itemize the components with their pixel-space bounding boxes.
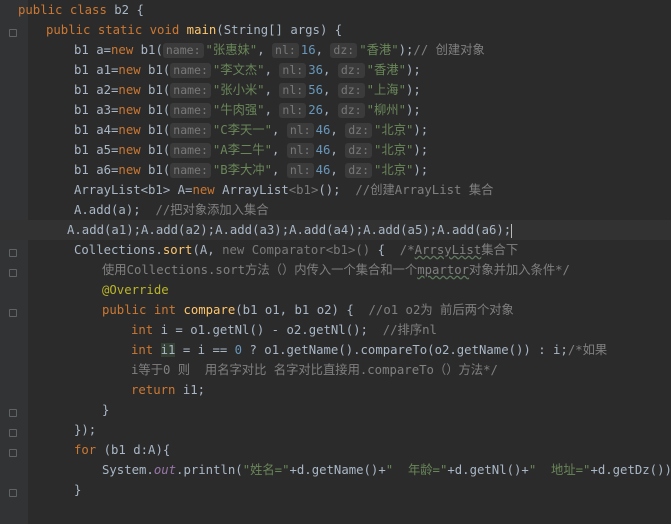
code-line: i等于0 则 用名字对比 名字对比直接用.compareTo（）方法*/ xyxy=(131,363,498,377)
code-line: b1 a1=new b1(name: "李文杰", nl: 36, dz: "香港")… xyxy=(74,63,421,78)
code-line: Collections.sort(A, new Comparator<b1>()… xyxy=(74,243,519,257)
code-line: ArrayList<b1> A=new ArrayList<b1>(); //创… xyxy=(74,183,494,197)
current-code-line: A.add(a1);A.add(a2);A.add(a3);A.add(a4);… xyxy=(0,220,671,240)
code-line: return i1; xyxy=(131,383,206,397)
code-line: public static void main(String[] args) { xyxy=(46,23,343,37)
code-line: System.out.println("姓名="+d.getName()+" 年… xyxy=(102,463,671,477)
code-line: public int compare(b1 o1, b1 o2) { //o1 … xyxy=(102,303,514,317)
text-caret xyxy=(511,223,513,238)
code-line: A.add(a); //把对象添加入集合 xyxy=(74,203,269,217)
code-line: b1 a3=new b1(name: "牛肉强", nl: 26, dz: "柳州")… xyxy=(74,103,421,118)
code-line: b1 a5=new b1(name: "A李二牛", nl: 46, dz: "北京"… xyxy=(74,143,429,158)
code-line: } xyxy=(102,403,110,417)
code-line: b1 a6=new b1(name: "B李大冲", nl: 46, dz: "北京"… xyxy=(74,163,429,178)
code-line: public class b2 { xyxy=(18,3,144,17)
code-line: } xyxy=(74,483,82,497)
code-line: b1 a4=new b1(name: "C李天一", nl: 46, dz: "北京"… xyxy=(74,123,429,138)
code-line: int i = o1.getNl() - o2.getNl(); //排序nl xyxy=(131,323,437,337)
code-line: int i1 = i == 0 ? o1.getName().compareTo… xyxy=(131,343,608,357)
code-line: for (b1 d:A){ xyxy=(74,443,171,457)
code-line: b1 a2=new b1(name: "张小米", nl: 56, dz: "上海")… xyxy=(74,83,421,98)
code-line: }); xyxy=(74,423,97,437)
code-line: b1 a=new b1(name: "张惠妹", nl: 16, dz: "香港");… xyxy=(74,43,485,58)
code-line: 使用Collections.sort方法（）内传入一个集合和一个mpartor对… xyxy=(102,263,570,277)
code-line: @Override xyxy=(102,283,169,297)
